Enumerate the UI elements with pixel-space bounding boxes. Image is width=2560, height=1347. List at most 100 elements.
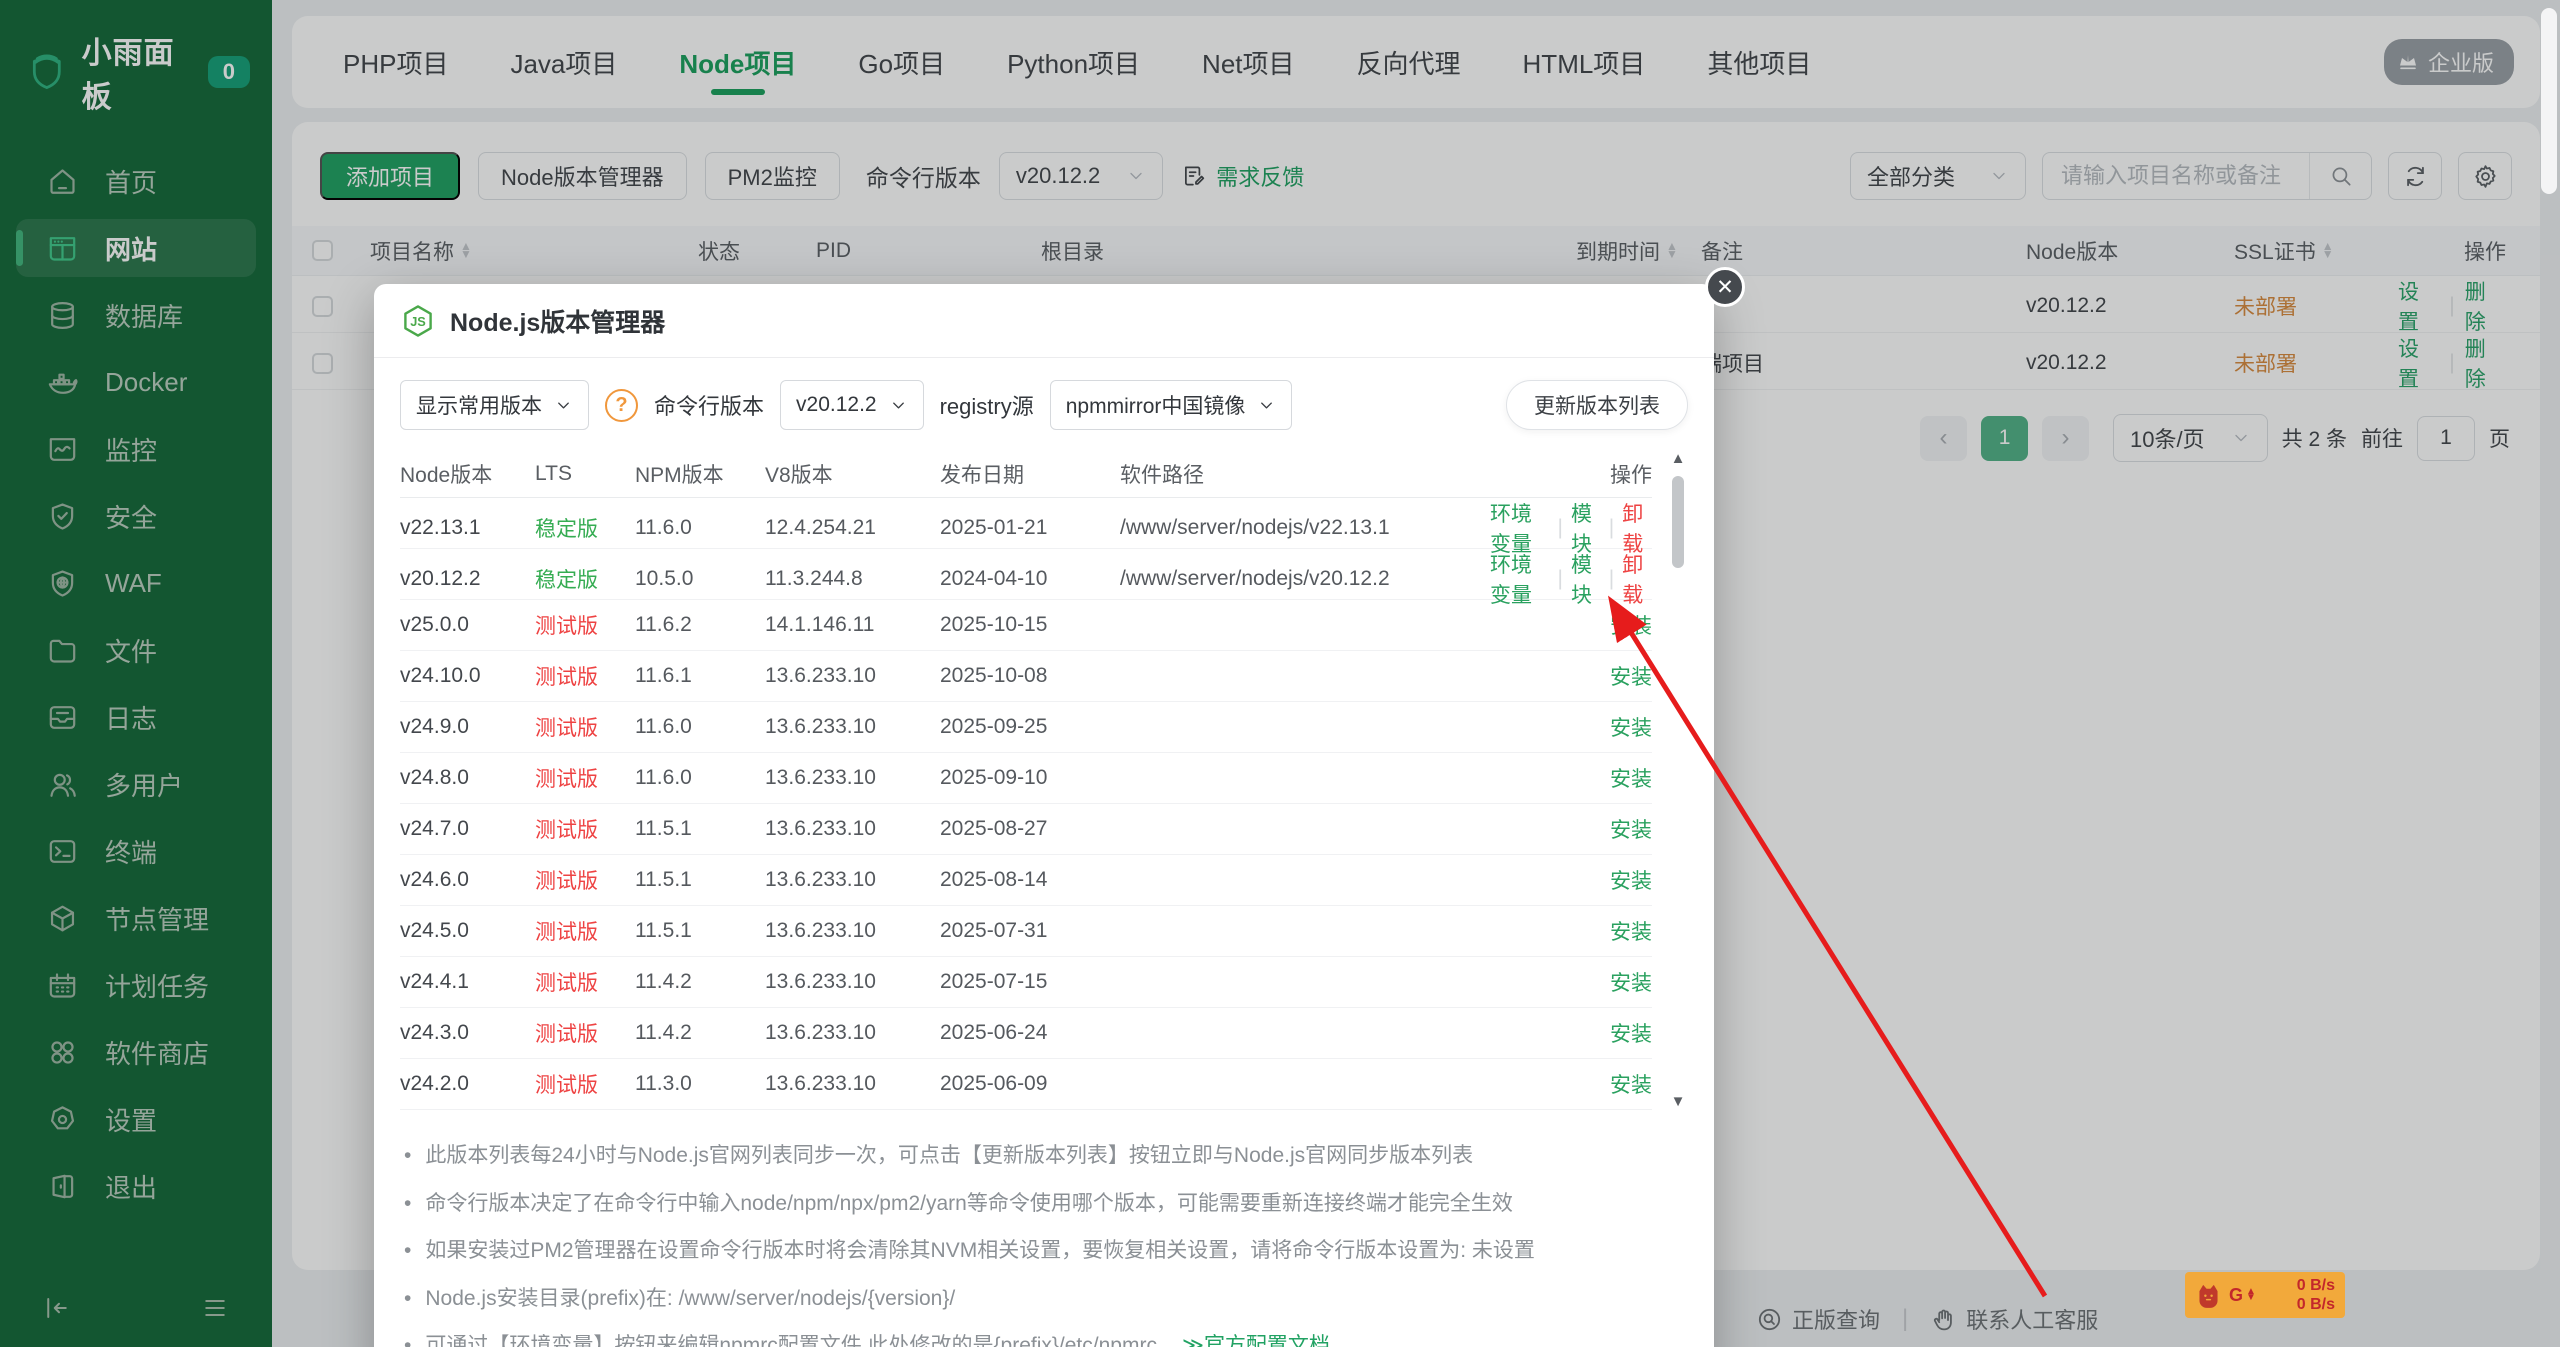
svg-text:JS: JS	[410, 313, 426, 328]
lts-cell: 稳定版	[535, 564, 635, 594]
version-table-header: Node版本 LTS NPM版本 V8版本 发布日期 软件路径 操作	[400, 450, 1652, 498]
action-divider: |	[1609, 516, 1614, 540]
version-row: v24.8.0测试版11.6.013.6.233.102025-09-10安装	[400, 753, 1652, 804]
up-down-arrows-icon: ▲▼	[2246, 1289, 2256, 1301]
official-docs-link[interactable]: ≫官方配置文档	[1182, 1334, 1330, 1347]
chevron-icon	[1257, 396, 1276, 415]
install-link[interactable]: 安装	[1610, 916, 1652, 946]
npm-cell: 11.6.0	[635, 516, 765, 540]
lts-cell: 稳定版	[535, 513, 635, 543]
version-cell: v20.12.2	[400, 567, 535, 591]
path-cell: /www/server/nodejs/v22.13.1	[1120, 516, 1490, 540]
lts-cell: 测试版	[535, 1018, 635, 1048]
lts-cell: 测试版	[535, 814, 635, 844]
download-speed: 0 B/s	[2297, 1295, 2335, 1314]
env-vars-link[interactable]: 环境变量	[1490, 549, 1550, 609]
close-icon: ✕	[1716, 275, 1734, 300]
npm-cell: 11.6.0	[635, 766, 765, 790]
version-filter-select[interactable]: 显示常用版本	[400, 380, 589, 430]
v8-cell: 13.6.233.10	[765, 919, 940, 943]
version-cell: v24.7.0	[400, 817, 535, 841]
chevron-icon	[1257, 396, 1276, 415]
lts-cell: 测试版	[535, 916, 635, 946]
modal-cli-version-label: 命令行版本	[654, 389, 764, 421]
modal-note: •如果安装过PM2管理器在设置命令行版本时将会清除其NVM相关设置，要恢复相关设…	[404, 1235, 1684, 1267]
date-cell: 2025-08-14	[940, 868, 1120, 892]
network-speed-widget[interactable]: G ▲▼ 0 B/s 0 B/s	[2185, 1272, 2345, 1318]
install-link[interactable]: 安装	[1610, 1018, 1652, 1048]
page-scrollbar[interactable]	[2541, 8, 2557, 194]
install-link[interactable]: 安装	[1610, 814, 1652, 844]
version-actions: 安装	[1490, 661, 1652, 691]
v8-cell: 12.4.254.21	[765, 516, 940, 540]
modal-notes: •此版本列表每24小时与Node.js官网列表同步一次，可点击【更新版本列表】按…	[404, 1140, 1684, 1347]
version-actions: 安装	[1490, 610, 1652, 640]
version-row: v24.4.1测试版11.4.213.6.233.102025-07-15安装	[400, 957, 1652, 1008]
version-cell: v24.6.0	[400, 868, 535, 892]
npm-cell: 11.5.1	[635, 919, 765, 943]
help-icon[interactable]: ?	[605, 389, 638, 422]
version-row: v24.10.0测试版11.6.113.6.233.102025-10-08安装	[400, 651, 1652, 702]
modal-note: •此版本列表每24小时与Node.js官网列表同步一次，可点击【更新版本列表】按…	[404, 1140, 1684, 1172]
version-actions: 安装	[1490, 967, 1652, 997]
registry-select[interactable]: npmmirror中国镜像	[1050, 380, 1293, 430]
version-row: v24.5.0测试版11.5.113.6.233.102025-07-31安装	[400, 906, 1652, 957]
chevron-icon	[554, 396, 573, 415]
version-actions: 安装	[1490, 1069, 1652, 1099]
version-actions: 安装	[1490, 916, 1652, 946]
net-widget-label: G	[2229, 1285, 2243, 1306]
version-actions: 安装	[1490, 763, 1652, 793]
registry-label: registry源	[940, 389, 1034, 421]
version-cell: v22.13.1	[400, 516, 535, 540]
version-table: Node版本 LTS NPM版本 V8版本 发布日期 软件路径 操作 v22.1…	[400, 450, 1688, 1110]
npm-cell: 11.6.0	[635, 715, 765, 739]
v8-cell: 13.6.233.10	[765, 1072, 940, 1096]
upload-speed: 0 B/s	[2297, 1276, 2335, 1295]
modules-link[interactable]: 模块	[1571, 549, 1601, 609]
version-table-body: v22.13.1稳定版11.6.012.4.254.212025-01-21/w…	[400, 498, 1652, 1110]
uninstall-link[interactable]: 卸载	[1622, 549, 1652, 609]
install-link[interactable]: 安装	[1610, 763, 1652, 793]
table-scrollbar: ▲ ▼	[1668, 450, 1688, 1110]
install-link[interactable]: 安装	[1610, 661, 1652, 691]
npm-cell: 11.6.1	[635, 664, 765, 688]
date-cell: 2025-07-15	[940, 970, 1120, 994]
npm-cell: 11.5.1	[635, 817, 765, 841]
install-link[interactable]: 安装	[1610, 1069, 1652, 1099]
update-version-list-button[interactable]: 更新版本列表	[1506, 380, 1688, 430]
npm-cell: 11.6.2	[635, 613, 765, 637]
v8-cell: 11.3.244.8	[765, 567, 940, 591]
date-cell: 2025-08-27	[940, 817, 1120, 841]
scroll-up-icon[interactable]: ▲	[1668, 450, 1688, 467]
install-link[interactable]: 安装	[1610, 967, 1652, 997]
date-cell: 2024-04-10	[940, 567, 1120, 591]
version-actions: 安装	[1490, 814, 1652, 844]
version-row: v24.6.0测试版11.5.113.6.233.102025-08-14安装	[400, 855, 1652, 906]
modal-title: Node.js版本管理器	[450, 303, 665, 339]
npm-cell: 11.5.1	[635, 868, 765, 892]
version-row: v24.2.0测试版11.3.013.6.233.102025-06-09安装	[400, 1059, 1652, 1110]
install-link[interactable]: 安装	[1610, 712, 1652, 742]
install-link[interactable]: 安装	[1610, 865, 1652, 895]
v8-cell: 14.1.146.11	[765, 613, 940, 637]
version-actions: 安装	[1490, 1018, 1652, 1048]
note-text: 命令行版本决定了在命令行中输入node/npm/npx/pm2/yarn等命令使…	[425, 1188, 1512, 1220]
version-row: v20.12.2稳定版10.5.011.3.244.82024-04-10/ww…	[400, 549, 1652, 600]
chevron-icon	[554, 396, 573, 415]
bullet-icon: •	[404, 1188, 411, 1220]
scroll-down-icon[interactable]: ▼	[1668, 1093, 1688, 1110]
nodejs-version-manager-modal: ✕ JS Node.js版本管理器 显示常用版本 ? 命令行版本 v20.12.…	[374, 284, 1714, 1347]
modal-cli-version-select[interactable]: v20.12.2	[780, 380, 924, 430]
close-modal-button[interactable]: ✕	[1705, 267, 1745, 307]
version-cell: v24.8.0	[400, 766, 535, 790]
install-link[interactable]: 安装	[1610, 610, 1652, 640]
lts-cell: 测试版	[535, 712, 635, 742]
bullet-icon: •	[404, 1330, 411, 1347]
scrollbar-thumb[interactable]	[1672, 476, 1684, 568]
npm-cell: 10.5.0	[635, 567, 765, 591]
v8-cell: 13.6.233.10	[765, 1021, 940, 1045]
modal-note: •可通过【环境变量】按钮来编辑npmrc配置文件,此处修改的是{prefix}/…	[404, 1330, 1684, 1347]
date-cell: 2025-07-31	[940, 919, 1120, 943]
path-cell: /www/server/nodejs/v20.12.2	[1120, 567, 1490, 591]
version-row: v22.13.1稳定版11.6.012.4.254.212025-01-21/w…	[400, 498, 1652, 549]
